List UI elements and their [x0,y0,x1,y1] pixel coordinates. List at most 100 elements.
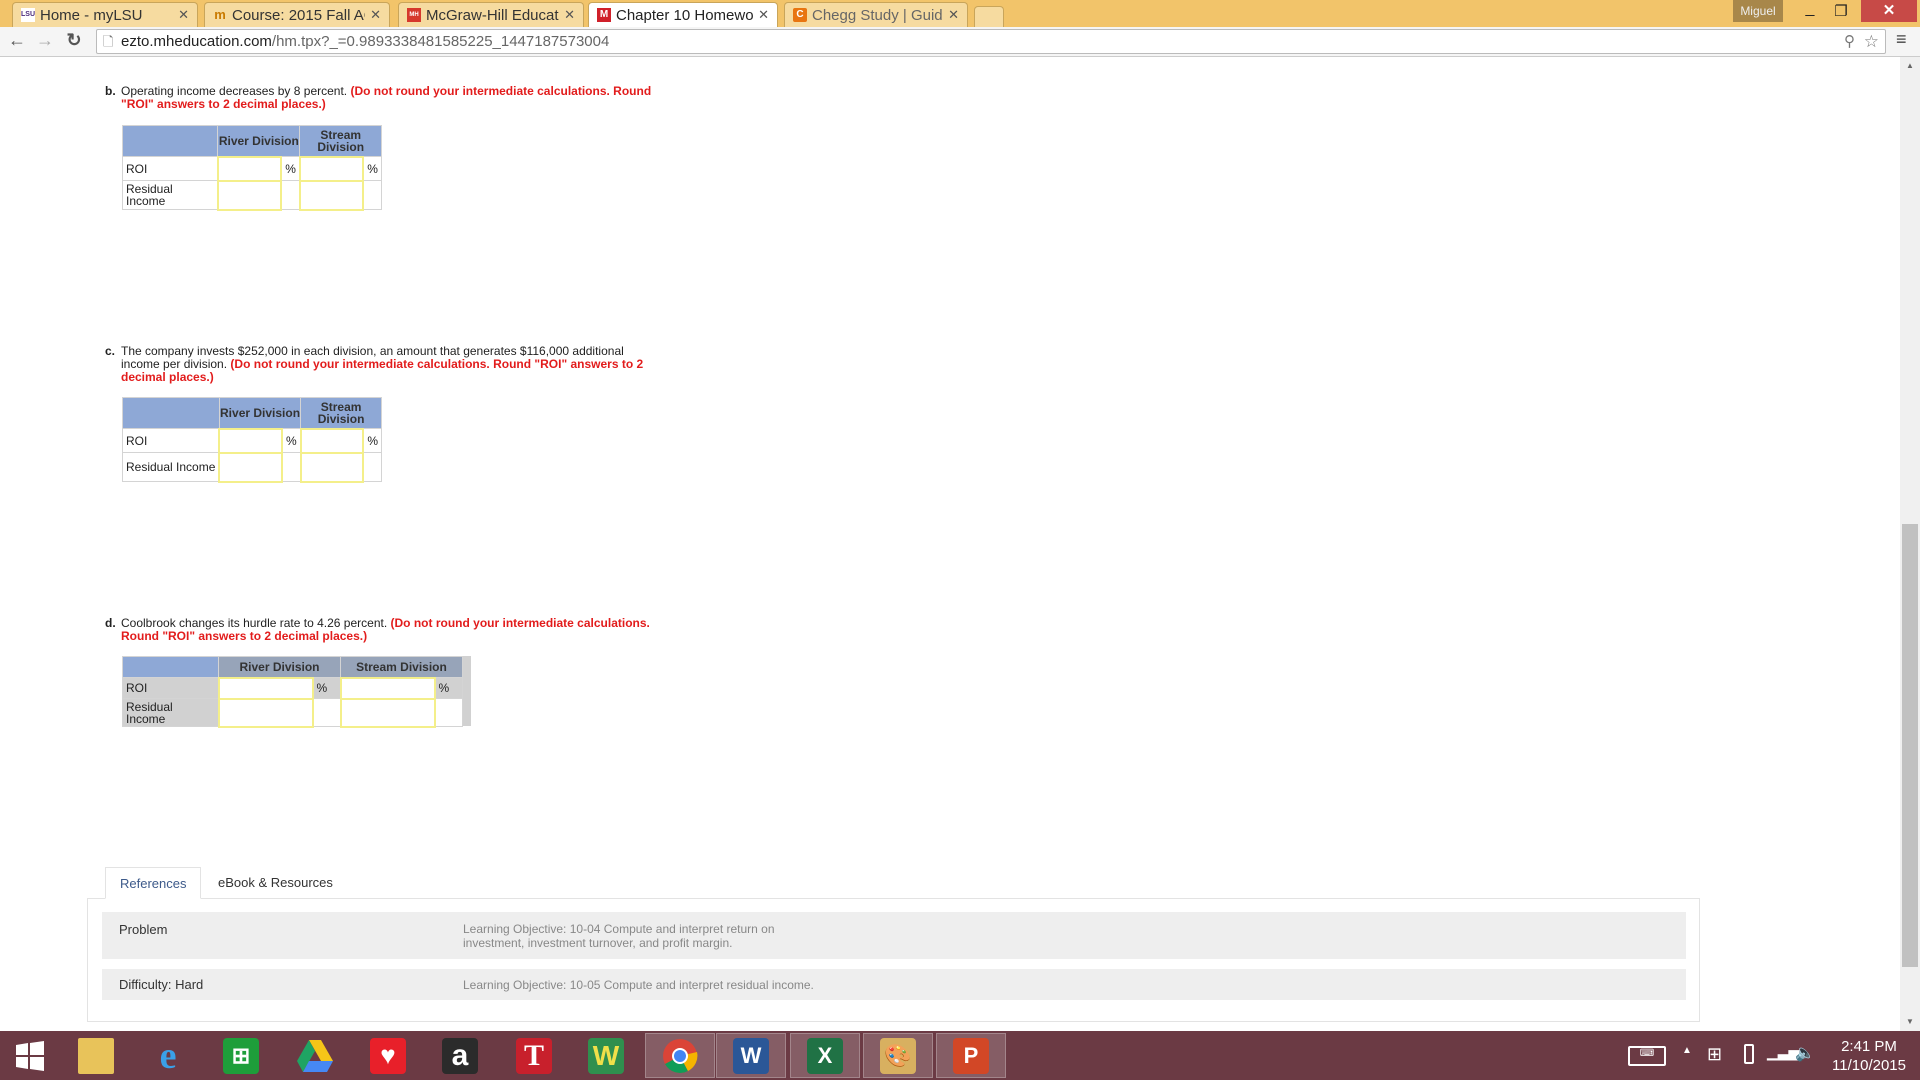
tab-chegg[interactable]: C Chegg Study | Guide ✕ [784,2,968,27]
chegg-icon: C [793,8,807,22]
taskbar-internet-explorer[interactable]: e [133,1033,203,1078]
taskbar-amazon[interactable]: a [425,1033,495,1078]
touch-keyboard-icon[interactable]: ⌨ [1628,1046,1666,1066]
answer-field[interactable] [219,705,312,720]
river-roi-input[interactable] [216,155,283,182]
scrollbar-thumb[interactable] [1902,524,1918,967]
taskbar-excel[interactable]: X [790,1033,860,1078]
profile-button[interactable]: Miguel [1733,0,1783,22]
taskbar-paint[interactable]: 🎨 [863,1033,933,1078]
taskbar-file-explorer[interactable] [61,1033,131,1078]
river-roi-input[interactable] [217,676,314,700]
answer-field[interactable] [301,433,363,448]
taskbar-games[interactable]: W [571,1033,641,1078]
reference-value: Learning Objective: 10-04 Compute and in… [463,922,775,950]
action-center-icon[interactable]: ⊞ [1707,1044,1722,1065]
minimize-button[interactable]: _ [1796,0,1824,22]
close-window-button[interactable]: ✕ [1861,0,1917,22]
tab-mcgraw-hill[interactable]: MH McGraw-Hill Educati ✕ [398,2,584,27]
heart-icon: ♥ [370,1037,406,1074]
close-tab-icon[interactable]: ✕ [370,7,381,23]
stream-roi-input[interactable] [299,427,365,454]
answer-field[interactable] [300,161,363,176]
zoom-icon[interactable]: ⚲ [1844,30,1855,53]
river-residual-income-input[interactable] [216,179,283,211]
row-label-roi: ROI [122,428,220,453]
taskbar-iheart[interactable]: ♥ [353,1033,423,1078]
reference-value: Learning Objective: 10-05 Compute and in… [463,978,814,992]
row-label-residual-income: Residual Income [122,452,220,482]
t-icon: T [516,1037,552,1074]
taskbar-powerpoint[interactable]: P [936,1033,1006,1078]
river-roi-input[interactable] [218,427,283,454]
amazon-icon: a [442,1037,478,1074]
new-tab-button[interactable] [974,6,1004,27]
forward-button[interactable]: → [34,30,56,51]
river-residual-income-input[interactable] [218,451,283,483]
percent-unit: % [362,428,383,453]
stream-residual-income-input[interactable] [339,697,436,728]
question-letter: c. [105,344,116,358]
reload-button[interactable]: ↻ [63,30,85,51]
answer-field[interactable] [301,459,363,475]
answer-field[interactable] [341,705,434,720]
taskbar-word[interactable]: W [716,1033,786,1078]
answer-field[interactable] [218,187,281,203]
back-button[interactable]: ← [6,30,28,51]
bookmark-star-icon[interactable]: ☆ [1864,30,1879,53]
show-hidden-icons-icon[interactable]: ▲ [1682,1045,1692,1056]
column-header-stream: Stream Division [340,656,463,678]
answer-field[interactable] [220,433,281,448]
google-drive-icon [297,1039,333,1072]
start-button[interactable] [0,1033,60,1078]
folder-icon [78,1037,114,1074]
powerpoint-icon: P [953,1037,989,1074]
stream-roi-input[interactable] [339,676,436,700]
tab-label: Home - myLSU [40,6,143,24]
windows-icon [16,1040,44,1071]
stream-residual-income-input[interactable] [298,179,365,211]
answer-field[interactable] [300,187,363,203]
tab-ebook-resources[interactable]: eBook & Resources [204,867,347,899]
tab-home-mylsu[interactable]: LSU Home - myLSU ✕ [12,2,198,27]
question-letter: b. [105,84,116,98]
answer-field[interactable] [219,680,312,696]
clock-time: 2:41 PM [1841,1038,1897,1055]
taskbar-google-drive[interactable] [280,1033,350,1078]
row-label-residual-income: Residual Income [122,698,219,727]
percent-unit: % [362,156,383,181]
url-input[interactable]: 🗋 ezto.mheducation.com/hm.tpx?_=0.989333… [96,29,1886,54]
menu-icon[interactable]: ≡ [1896,29,1907,50]
volume-icon[interactable]: 🔈 [1795,1043,1815,1063]
tab-references[interactable]: References [105,867,201,899]
stream-residual-income-input[interactable] [299,451,365,483]
scroll-down-icon[interactable]: ▼ [1906,1017,1914,1026]
answer-field[interactable] [220,459,281,475]
stream-roi-input[interactable] [298,155,365,182]
tab-course[interactable]: m Course: 2015 Fall AC ✕ [204,2,390,27]
scroll-up-icon[interactable]: ▲ [1906,61,1914,70]
browser-tab-bar: LSU Home - myLSU ✕ m Course: 2015 Fall AC ✕ … [0,0,1920,27]
row-label-roi: ROI [122,677,219,699]
battery-icon[interactable] [1744,1044,1754,1064]
lsu-icon: LSU [21,8,35,22]
moodle-icon: m [214,7,226,22]
close-tab-icon[interactable]: ✕ [758,7,769,23]
question-text: Coolbrook changes its hurdle rate to 4.2… [121,616,388,630]
answer-field[interactable] [341,680,434,696]
close-tab-icon[interactable]: ✕ [564,7,575,23]
taskbar-t-app[interactable]: T [499,1033,569,1078]
column-header-stream: Stream Division [300,397,382,429]
river-residual-income-input[interactable] [217,697,314,728]
taskbar-chrome[interactable] [645,1033,715,1078]
chrome-icon [663,1038,698,1073]
restore-button[interactable]: ❐ [1826,2,1856,22]
close-tab-icon[interactable]: ✕ [948,7,959,23]
column-header-river: River Division [218,397,302,429]
clock[interactable]: 2:41 PM 11/10/2015 [1830,1037,1908,1075]
tab-chapter-10-homework[interactable]: M Chapter 10 Homewo ✕ [588,2,778,27]
close-tab-icon[interactable]: ✕ [178,7,189,23]
taskbar-store[interactable]: ⊞ [206,1033,276,1078]
answer-field[interactable] [218,161,281,176]
vertical-scrollbar[interactable]: ▲ ▼ [1900,57,1920,1032]
